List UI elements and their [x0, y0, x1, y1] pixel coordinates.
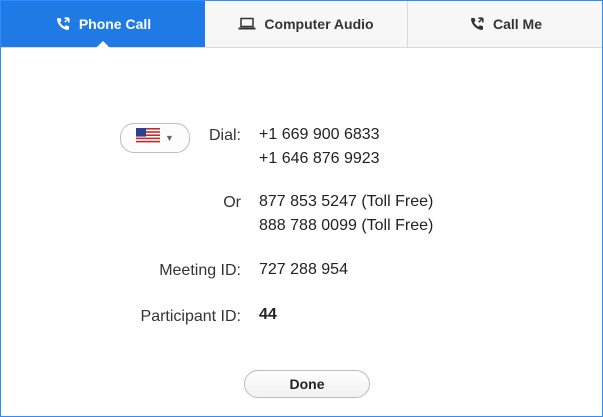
meeting-id-value: 727 288 954: [259, 261, 348, 278]
or-label: Or: [223, 194, 241, 211]
laptop-icon: [238, 17, 256, 31]
tab-computer-audio-label: Computer Audio: [264, 16, 374, 32]
meeting-id-label: Meeting ID:: [159, 262, 241, 279]
tab-phone-call[interactable]: Phone Call: [1, 1, 205, 48]
toll-free-number-2: 888 788 0099 (Toll Free): [259, 217, 434, 234]
active-tab-caret: [96, 41, 110, 48]
country-select[interactable]: ▼: [120, 123, 190, 153]
participant-id-label: Participant ID:: [140, 308, 241, 325]
chevron-down-icon: ▼: [165, 133, 174, 143]
tab-call-me-label: Call Me: [492, 16, 542, 32]
phone-call-icon: [469, 16, 485, 32]
toll-free-number-1: 877 853 5247 (Toll Free): [259, 193, 434, 210]
dial-number-1: +1 669 900 6833: [259, 126, 380, 143]
tab-computer-audio[interactable]: Computer Audio: [205, 1, 408, 47]
dial-label: Dial:: [208, 127, 241, 144]
phone-call-icon: [55, 16, 71, 32]
tab-phone-call-label: Phone Call: [78, 16, 152, 32]
audio-tabs: Phone Call Computer Audio Call Me: [1, 1, 602, 48]
join-audio-dialog: Phone Call Computer Audio Call Me ▼ Dial…: [0, 0, 603, 417]
participant-id-value: 44: [259, 306, 277, 323]
tab-call-me[interactable]: Call Me: [408, 1, 603, 47]
dial-number-2: +1 646 876 9923: [259, 150, 380, 167]
done-button[interactable]: Done: [244, 370, 370, 398]
us-flag-icon: [136, 127, 161, 149]
